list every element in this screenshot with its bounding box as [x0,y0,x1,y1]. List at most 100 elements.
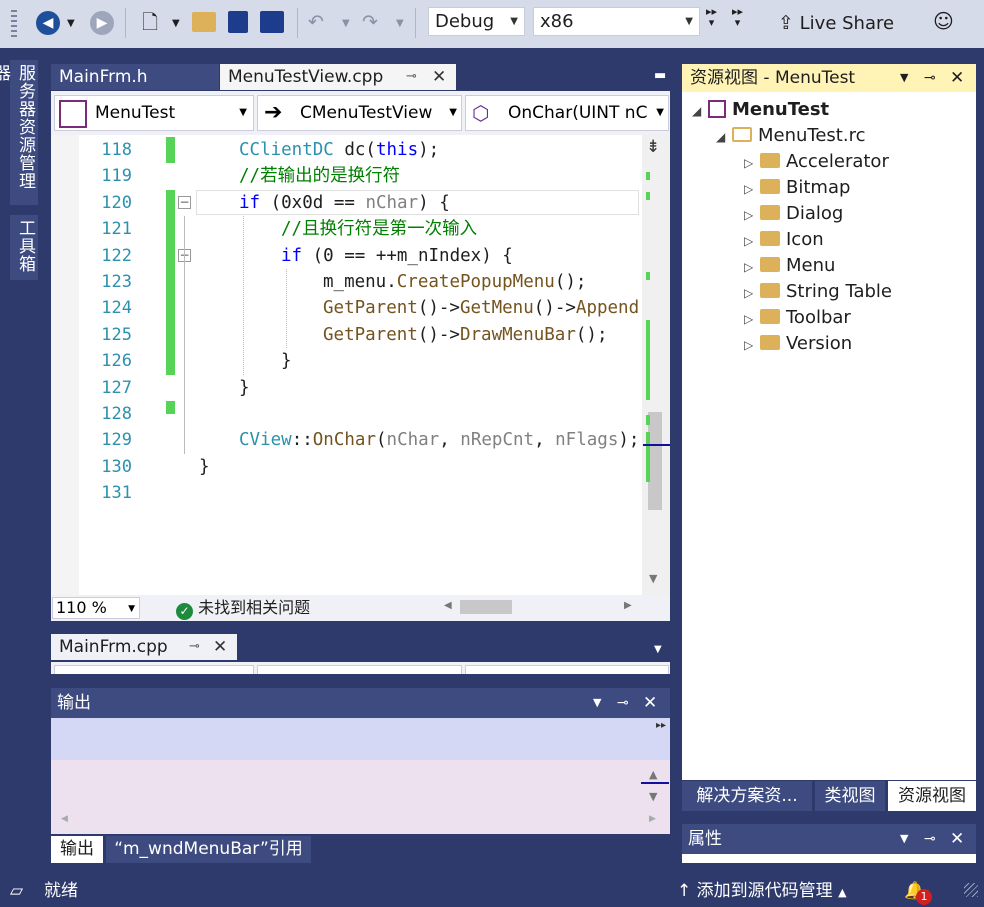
tree-folder-item[interactable]: ▷ Toolbar [744,306,851,331]
output-window-icon[interactable]: ▱ [10,877,23,905]
redo-icon[interactable]: ↷ [362,10,378,34]
tab-list-dropdown-icon[interactable]: ▬ [654,68,666,83]
scroll-right-icon[interactable]: ▶ [649,814,656,824]
collapsed-icon[interactable]: ▷ [744,307,760,331]
forward-icon[interactable]: ▶ [90,11,114,35]
tree-folder-item[interactable]: ▷ Bitmap [744,176,850,201]
scroll-left-icon[interactable]: ◀ [444,600,452,611]
code-line[interactable]: m_menu.CreatePopupMenu(); [323,269,586,295]
collapsed-icon[interactable]: ▷ [744,281,760,305]
code-line[interactable]: } [199,454,210,480]
scroll-up-icon[interactable]: ▲ [649,768,657,781]
close-icon[interactable]: ✕ [432,64,446,90]
pin-icon[interactable]: ⊸ [406,64,417,90]
collapsed-icon[interactable]: ▷ [744,229,760,253]
open-folder-icon[interactable] [192,12,216,32]
collapsed-icon[interactable]: ▷ [744,177,760,201]
close-icon[interactable]: ✕ [950,824,964,854]
toolbar-overflow-icon[interactable]: ▸▸ ▾ [706,6,717,28]
chevron-down-icon[interactable]: ▼ [593,688,601,718]
save-icon[interactable] [228,11,248,33]
undo-dropdown-icon[interactable]: ▼ [342,12,350,36]
member-dropdown[interactable]: ⬡ OnChar(UINT nC ▼ [465,95,669,131]
tree-folder-item[interactable]: ▷ Icon [744,228,824,253]
nav-dropdown-clipped[interactable] [54,665,254,674]
tree-folder-item[interactable]: ▷ Menu [744,254,835,279]
class-dropdown[interactable]: ➔ CMenuTestView ▼ [257,95,462,131]
pin-icon[interactable]: ⊸ [924,824,936,854]
output-tab-active[interactable]: 输出 [51,836,103,863]
live-share-button[interactable]: ⇪ Live Share [778,9,894,39]
code-line[interactable]: } [281,348,292,374]
project-dropdown[interactable]: MenuTest ▼ [54,95,254,131]
tab-menutestview-cpp[interactable]: MenuTestView.cpp ⊸ ✕ [220,64,456,90]
pin-icon[interactable]: ⊸ [924,64,936,92]
overflow-icon[interactable]: ▸▸ [656,720,666,731]
chevron-down-icon[interactable]: ▼ [900,824,908,854]
scroll-right-icon[interactable]: ▶ [624,600,632,611]
feedback-icon[interactable]: ☺ [933,9,954,33]
code-line[interactable]: GetParent()->GetMenu()->Append [323,295,639,321]
tab-resource-view[interactable]: 资源视图 [888,781,976,811]
server-explorer-tab[interactable]: 服务器资源管理器 [0,60,38,205]
expanded-icon[interactable]: ◢ [692,99,708,123]
tree-folder-item[interactable]: ▷ String Table [744,280,892,305]
back-dropdown-icon[interactable]: ▼ [67,12,75,36]
source-control-button[interactable]: ↑ 添加到源代码管理 ▲ [677,877,847,907]
line-number: 122 [101,245,132,266]
redo-dropdown-icon[interactable]: ▼ [396,12,404,36]
tab-mainfrm-cpp[interactable]: MainFrm.cpp ⊸ ✕ [51,634,237,660]
scroll-down-icon[interactable]: ▼ [649,572,657,585]
split-icon[interactable]: ⇟ [646,137,660,157]
collapsed-icon[interactable]: ▷ [744,255,760,279]
close-icon[interactable]: ✕ [950,64,964,92]
close-icon[interactable]: ✕ [643,688,657,718]
close-icon[interactable]: ✕ [213,634,227,660]
code-line[interactable]: if (0 == ++m_nIndex) { [281,243,513,269]
code-line[interactable]: GetParent()->DrawMenuBar(); [323,322,608,348]
tree-folder-item[interactable]: ▷ Dialog [744,202,843,227]
code-line[interactable]: //且换行符是第一次输入 [281,216,477,242]
solution-platform-combo[interactable]: x86 ▼ [533,7,700,36]
tab-mainfrm-h[interactable]: MainFrm.h [51,64,219,90]
resize-grip-icon[interactable] [964,883,978,897]
scrollbar-thumb[interactable] [648,412,662,510]
save-all-icon[interactable] [260,11,284,33]
references-tab[interactable]: “m_wndMenuBar”引用 [106,836,311,863]
new-project-icon[interactable]: 🗋 [138,10,162,36]
toolbar-overflow-icon[interactable]: ▸▸ ▾ [732,6,743,28]
tab-list-dropdown-icon[interactable]: ▼ [654,644,662,655]
code-line[interactable]: CView::OnChar(nChar, nRepCnt, nFlags); [239,427,639,453]
scroll-down-icon[interactable]: ▼ [649,790,657,803]
new-dropdown-icon[interactable]: ▼ [172,12,180,36]
tab-solution-explorer[interactable]: 解决方案资... [682,781,812,811]
zoom-combo[interactable]: 110 % ▼ [52,597,140,619]
pin-icon[interactable]: ⊸ [617,688,629,718]
code-line[interactable]: } [239,375,250,401]
code-line[interactable]: //若输出的是换行符 [239,163,400,189]
solution-configuration-combo[interactable]: Debug ▼ [428,7,525,36]
pin-icon[interactable]: ⊸ [189,634,200,660]
code-line[interactable]: CClientDC dc(this); [239,137,439,163]
collapse-icon[interactable]: − [178,195,191,209]
code-token: } [281,351,292,372]
tree-root-item[interactable]: ◢ MenuTest [692,98,829,123]
output-text-area[interactable]: ▲ ▼ ◀ ▶ [51,760,670,834]
toolbox-tab[interactable]: 工具箱 [10,215,38,280]
tree-rc-item[interactable]: ◢ MenuTest.rc [716,124,866,149]
tree-folder-item[interactable]: ▷ Version [744,332,852,357]
horizontal-scrollbar-thumb[interactable] [460,600,512,614]
collapsed-icon[interactable]: ▷ [744,203,760,227]
undo-icon[interactable]: ↶ [308,10,324,34]
issues-indicator[interactable]: ✓ 未找到相关问题 [176,597,310,620]
nav-dropdown-clipped[interactable] [465,665,669,674]
collapsed-icon[interactable]: ▷ [744,151,760,175]
scroll-left-icon[interactable]: ◀ [61,814,68,824]
nav-dropdown-clipped[interactable] [257,665,462,674]
chevron-down-icon[interactable]: ▼ [900,64,908,92]
tree-folder-item[interactable]: ▷ Accelerator [744,150,889,175]
back-icon[interactable]: ◀ [36,11,60,35]
collapsed-icon[interactable]: ▷ [744,333,760,357]
tab-class-view[interactable]: 类视图 [815,781,885,811]
expanded-icon[interactable]: ◢ [716,125,732,149]
